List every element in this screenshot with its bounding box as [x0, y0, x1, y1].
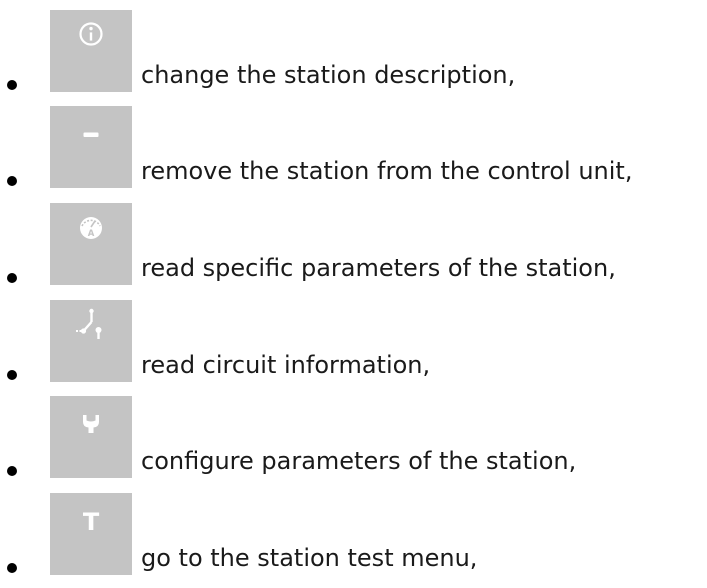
gauge-letter: A — [88, 229, 95, 239]
list-item-remove-station: remove the station from the control unit… — [0, 106, 707, 190]
list-item-read-circuit: read circuit information, — [0, 300, 707, 384]
test-icon[interactable]: T — [50, 493, 132, 575]
minus-icon[interactable] — [50, 106, 132, 188]
test-letter: T — [83, 508, 100, 536]
bullet — [7, 563, 17, 573]
info-icon[interactable] — [50, 10, 132, 92]
item-label: configure parameters of the station, — [141, 447, 577, 475]
wrench-icon[interactable] — [50, 396, 132, 478]
list-item-read-parameters: A read specific parameters of the statio… — [0, 203, 707, 287]
bullet — [7, 176, 17, 186]
bullet — [7, 466, 17, 476]
list-item-change-description: change the station description, — [0, 10, 707, 94]
item-label: remove the station from the control unit… — [141, 157, 633, 185]
station-actions-list: change the station description, remove t… — [0, 0, 707, 588]
item-label: read specific parameters of the station, — [141, 254, 616, 282]
bullet — [7, 273, 17, 283]
gauge-icon[interactable]: A — [50, 203, 132, 285]
bullet — [7, 80, 17, 90]
item-label: read circuit information, — [141, 351, 431, 379]
list-item-test-menu: T go to the station test menu, — [0, 493, 707, 577]
item-label: change the station description, — [141, 61, 516, 89]
list-item-configure-parameters: configure parameters of the station, — [0, 396, 707, 480]
circuit-icon[interactable] — [50, 300, 132, 382]
bullet — [7, 370, 17, 380]
item-label: go to the station test menu, — [141, 544, 478, 572]
